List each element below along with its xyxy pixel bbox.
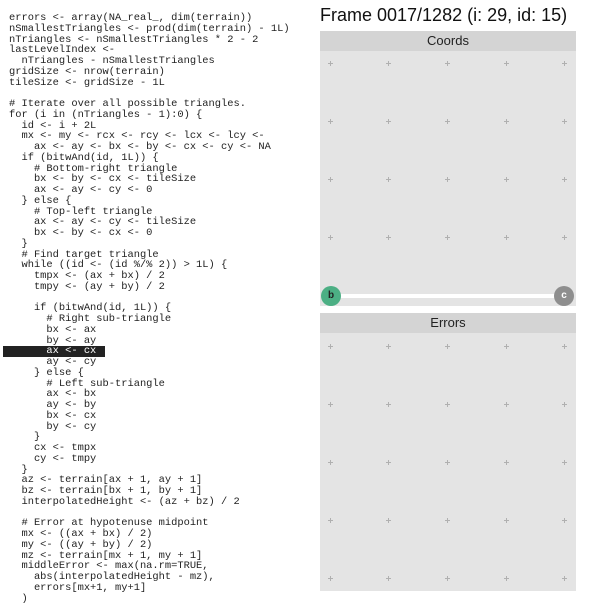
coords-panel: Coords [320,31,576,306]
grid-point [445,235,450,240]
grid-point [386,235,391,240]
code-line: by <- cy [9,420,97,433]
slider-track[interactable] [330,294,564,298]
grid-point [328,402,333,407]
grid-point [504,460,509,465]
code-line: tileSize <- gridSize - 1L [9,76,165,89]
grid-point [328,177,333,182]
code-line: } [9,237,28,250]
grid-point [386,576,391,581]
grid-point [328,344,333,349]
grid-point [445,460,450,465]
grid-point [328,576,333,581]
grid-point [328,518,333,523]
code-line: gridSize <- nrow(terrain) [9,65,165,78]
grid-point [562,344,567,349]
grid-point [562,576,567,581]
code-line: bx <- ax [9,323,97,336]
code-line: errors[mx+1, my+1] [9,581,147,594]
grid-point [386,119,391,124]
grid-point [445,518,450,523]
code-line: for (i in (nTriangles - 1):0) { [9,108,203,121]
code-line: bx <- by <- cx <- 0 [9,227,153,239]
grid-point [562,235,567,240]
grid-point [445,344,450,349]
errors-panel-title: Errors [320,313,576,333]
grid-point [386,344,391,349]
errors-panel: Errors [320,313,576,591]
code-line: interpolatedHeight <- (az + bz) / 2 [9,495,240,508]
code-line: } else { [9,366,84,379]
grid-point [504,177,509,182]
grid-point [445,402,450,407]
grid-point [562,119,567,124]
grid-point [504,576,509,581]
grid-point [504,235,509,240]
grid-point [504,518,509,523]
grid-point [386,518,391,523]
grid-point [562,460,567,465]
grid-point [504,61,509,66]
grid-point [562,402,567,407]
code-line: ) [9,592,28,605]
grid-point [504,344,509,349]
grid-point [445,61,450,66]
grid-point [328,235,333,240]
code-line: } else { [9,194,72,207]
grid-point [504,402,509,407]
grid-point [328,119,333,124]
code-line: if (bitwAnd(id, 1L)) { [9,151,159,164]
grid-point [386,460,391,465]
code-line: my <- ((ay + by) / 2) [9,538,153,551]
code-line: tmpy <- (ay + by) / 2 [9,280,165,293]
grid-point [328,460,333,465]
code-listing: errors <- array(NA_real_, dim(terrain)) n… [3,13,309,605]
grid-point [562,177,567,182]
grid-point [386,177,391,182]
grid-point [386,402,391,407]
grid-point [386,61,391,66]
grid-point [445,177,450,182]
grid-point [445,576,450,581]
code-line: nSmallestTriangles <- prod(dim(terrain) … [9,22,290,35]
grid-point [445,119,450,124]
grid-point [504,119,509,124]
grid-point [562,61,567,66]
code-line: bx <- cx [9,409,97,422]
frame-title: Frame 0017/1282 (i: 29, id: 15) [320,5,568,25]
coords-panel-title: Coords [320,31,576,51]
slider-handle-b[interactable]: b [321,286,341,306]
slider-handle-c[interactable]: c [554,286,574,306]
grid-point [328,61,333,66]
grid-point [562,518,567,523]
code-line: cy <- tmpy [9,452,97,465]
